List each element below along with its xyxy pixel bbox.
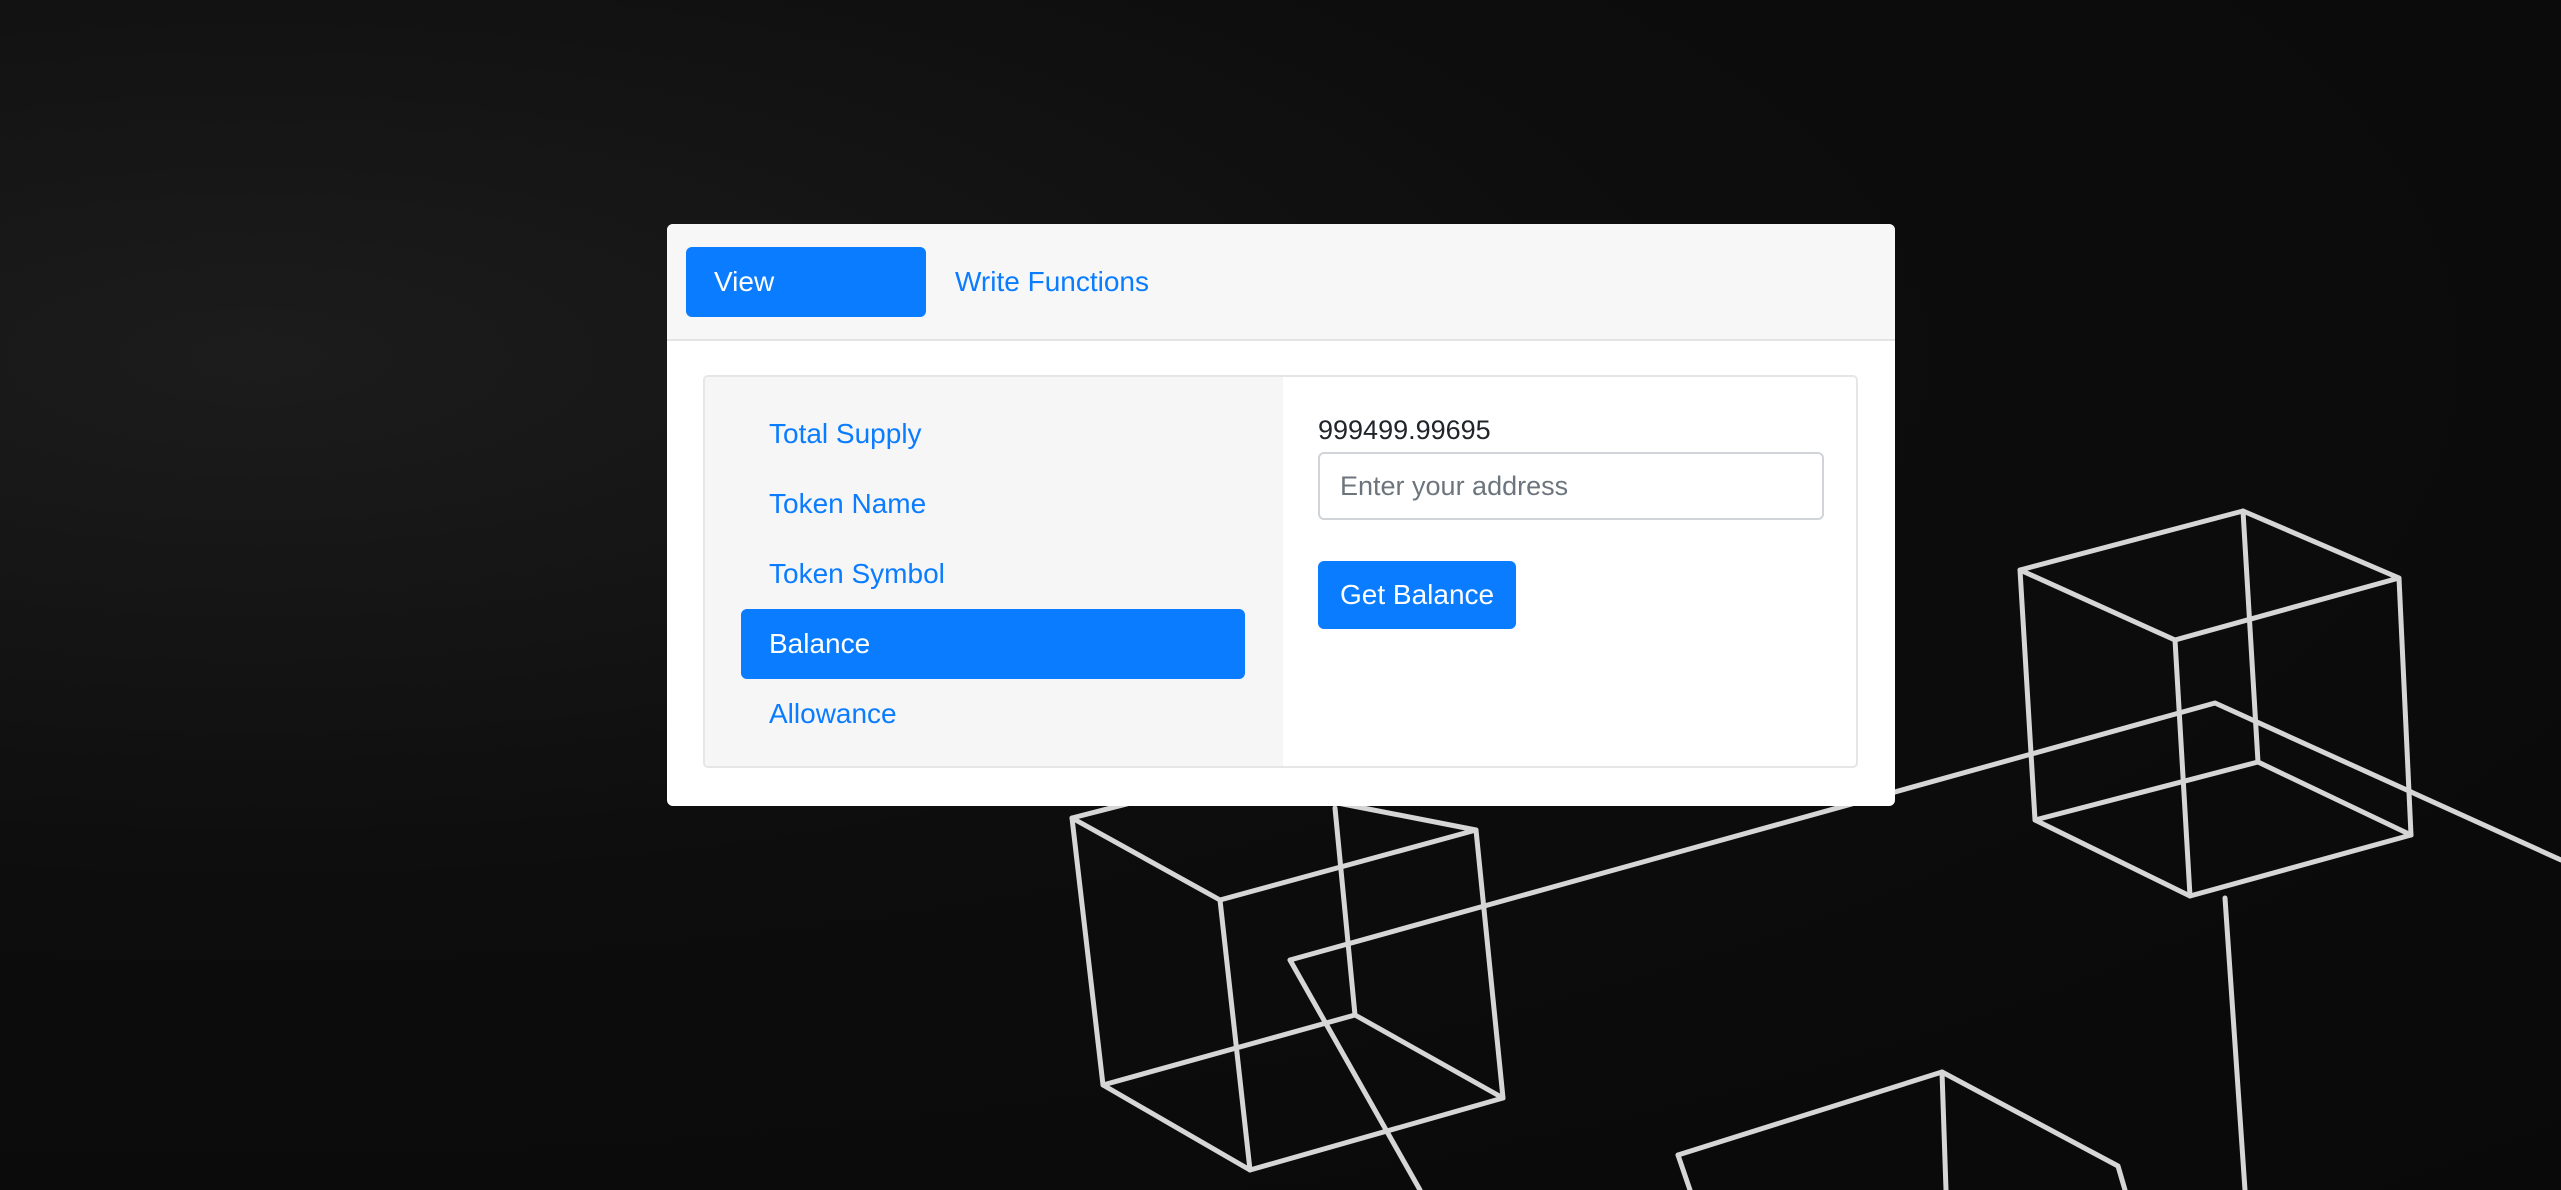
wireframe-cube bbox=[1675, 1069, 2128, 1190]
function-item-balance[interactable]: Balance bbox=[741, 609, 1245, 679]
function-item-allowance[interactable]: Allowance bbox=[741, 679, 1245, 749]
function-item-total-supply[interactable]: Total Supply bbox=[741, 399, 1245, 469]
function-detail: 999499.99695 Get Balance bbox=[1283, 377, 1856, 766]
tab-write-functions[interactable]: Write Functions bbox=[927, 247, 1177, 317]
wireframe-cube bbox=[2017, 508, 2414, 1190]
contract-functions-card: View Functions Write Functions Total Sup… bbox=[667, 224, 1895, 806]
function-item-token-symbol[interactable]: Token Symbol bbox=[741, 539, 1245, 609]
get-balance-button[interactable]: Get Balance bbox=[1318, 561, 1517, 629]
wireframe-cube bbox=[1069, 777, 1506, 1173]
function-list: Total Supply Token Name Token Symbol Bal… bbox=[705, 377, 1283, 766]
tab-view-functions[interactable]: View Functions bbox=[686, 247, 926, 367]
view-functions-panel: Total Supply Token Name Token Symbol Bal… bbox=[703, 375, 1858, 768]
function-item-token-name[interactable]: Token Name bbox=[741, 469, 1245, 539]
result-value: 999499.99695 bbox=[1318, 415, 1491, 445]
page-background: View Functions Write Functions Total Sup… bbox=[0, 0, 2561, 1190]
card-header: View Functions Write Functions bbox=[667, 224, 1895, 367]
address-input[interactable] bbox=[1318, 452, 1824, 520]
